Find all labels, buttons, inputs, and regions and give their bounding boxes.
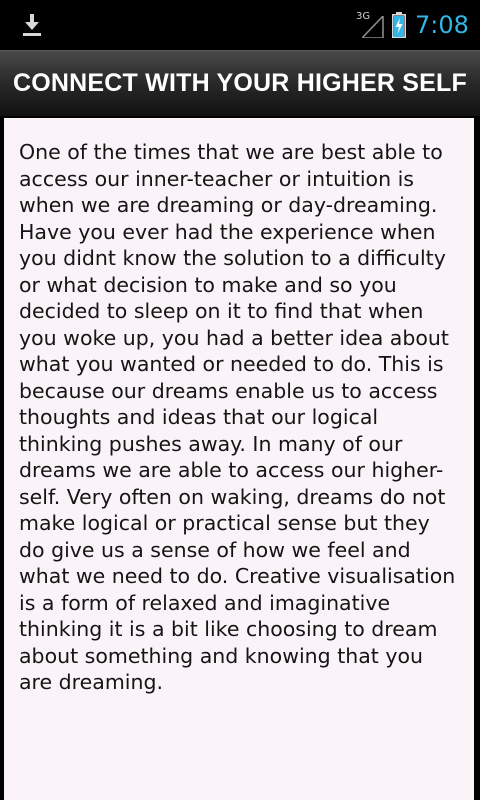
battery-charging-icon <box>392 12 406 38</box>
status-bar: 3G 7:08 <box>0 0 480 50</box>
download-icon[interactable] <box>22 14 42 36</box>
clock: 7:08 <box>415 11 469 39</box>
article-body: One of the times that we are best able t… <box>19 140 456 694</box>
article-panel[interactable]: One of the times that we are best able t… <box>4 118 474 800</box>
title-bar: CONNECT WITH YOUR HIGHER SELF <box>0 50 480 116</box>
signal-icon <box>360 14 384 39</box>
page-title: CONNECT WITH YOUR HIGHER SELF <box>13 69 467 97</box>
